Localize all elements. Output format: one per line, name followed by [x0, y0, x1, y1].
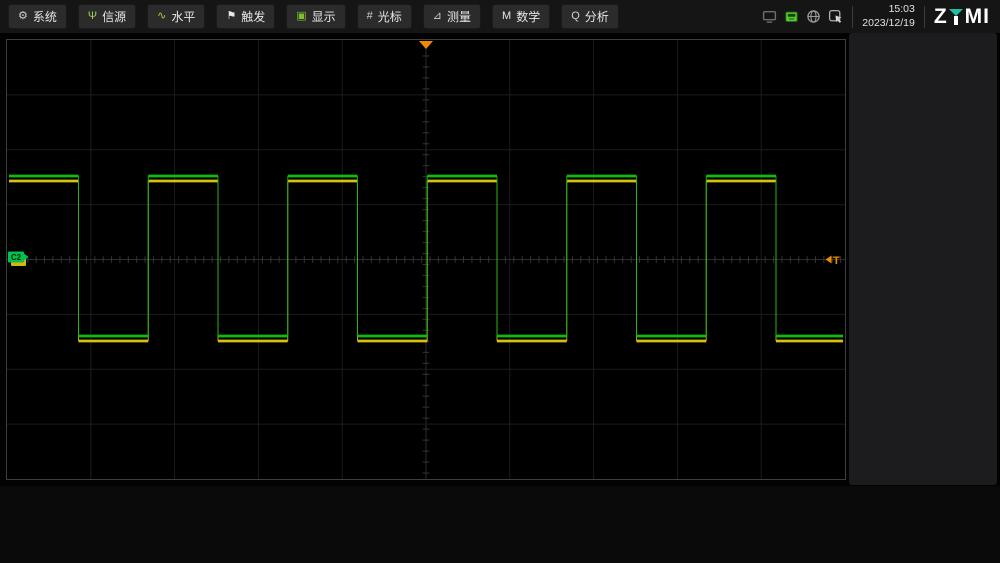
- menu-button-system[interactable]: ⚙ 系统: [8, 4, 67, 29]
- topbar-divider: [852, 5, 854, 28]
- menu-button-label: 水平: [171, 10, 196, 24]
- menu-button-label: 光标: [377, 10, 402, 24]
- display-icon: ▣: [296, 10, 307, 22]
- svg-text:T: T: [833, 255, 840, 267]
- measure-icon: ⊿: [432, 10, 443, 22]
- waveform-display-area[interactable]: C2 T: [6, 39, 846, 480]
- menu-button-source[interactable]: Ψ 信源: [77, 4, 137, 29]
- menu-button-label: 分析: [584, 10, 609, 24]
- topbar-divider: [923, 5, 925, 28]
- menu-button-horizontal[interactable]: ∿ 水平: [147, 4, 206, 29]
- source-icon: Ψ: [87, 10, 98, 22]
- usb-storage-icon: [785, 11, 798, 22]
- logo-letter: MI: [964, 4, 990, 28]
- menu-button-measure[interactable]: ⊿ 测量: [422, 4, 482, 29]
- menu-button-math[interactable]: M 数学: [492, 4, 551, 29]
- analyze-icon: Q: [571, 10, 580, 22]
- bottom-status-bar: C1 DC1M 1.00V/div 0.00V 500M 1 : 1 C2 DC…: [0, 486, 1000, 563]
- menu-button-trigger[interactable]: ⚑ 触发: [216, 4, 276, 29]
- logo-letter-t: [949, 8, 964, 25]
- side-panel-empty: [849, 33, 997, 485]
- touch-icon: [829, 9, 842, 23]
- logo-triangle-icon: [949, 8, 964, 16]
- menu-button-analyze[interactable]: Q 分析: [561, 4, 619, 29]
- menu-button-group: ⚙ 系统 Ψ 信源 ∿ 水平 ⚑ 触发 ▣ 显示 # 光标 ⊿ 测量 M 数学 Q 分析: [8, 4, 619, 29]
- clock-block: 15:03 2023/12/19: [862, 3, 915, 29]
- clock-time: 15:03: [888, 3, 915, 16]
- status-indicator-group: [762, 9, 843, 24]
- gear-icon: ⚙: [18, 10, 28, 22]
- brand-logo: Z MI: [934, 5, 992, 29]
- menu-button-label: 测量: [447, 10, 472, 24]
- network-icon: [807, 10, 820, 23]
- trigger-flag-icon: ⚑: [226, 10, 237, 22]
- logo-letter: Z: [933, 4, 948, 28]
- menu-button-display[interactable]: ▣ 显示: [286, 4, 346, 29]
- menu-button-label: 信源: [102, 10, 127, 24]
- svg-text:C2: C2: [11, 253, 22, 262]
- menu-button-label: 显示: [311, 10, 336, 24]
- cursor-icon: #: [366, 10, 373, 22]
- horizontal-wave-icon: ∿: [157, 10, 167, 22]
- top-menu-bar: ⚙ 系统 Ψ 信源 ∿ 水平 ⚑ 触发 ▣ 显示 # 光标 ⊿ 测量 M 数学 Q 分析: [0, 0, 1000, 33]
- oscilloscope-screen: ⚙ 系统 Ψ 信源 ∿ 水平 ⚑ 触发 ▣ 显示 # 光标 ⊿ 测量 M 数学 Q 分析: [0, 0, 1000, 563]
- menu-button-cursor[interactable]: # 光标: [356, 4, 412, 29]
- math-icon: M: [502, 10, 512, 22]
- clock-date: 2023/12/19: [862, 16, 915, 29]
- menu-button-label: 系统: [32, 10, 57, 24]
- menu-button-label: 触发: [241, 10, 266, 24]
- menu-button-label: 数学: [516, 10, 541, 24]
- screen-icon: [763, 10, 777, 23]
